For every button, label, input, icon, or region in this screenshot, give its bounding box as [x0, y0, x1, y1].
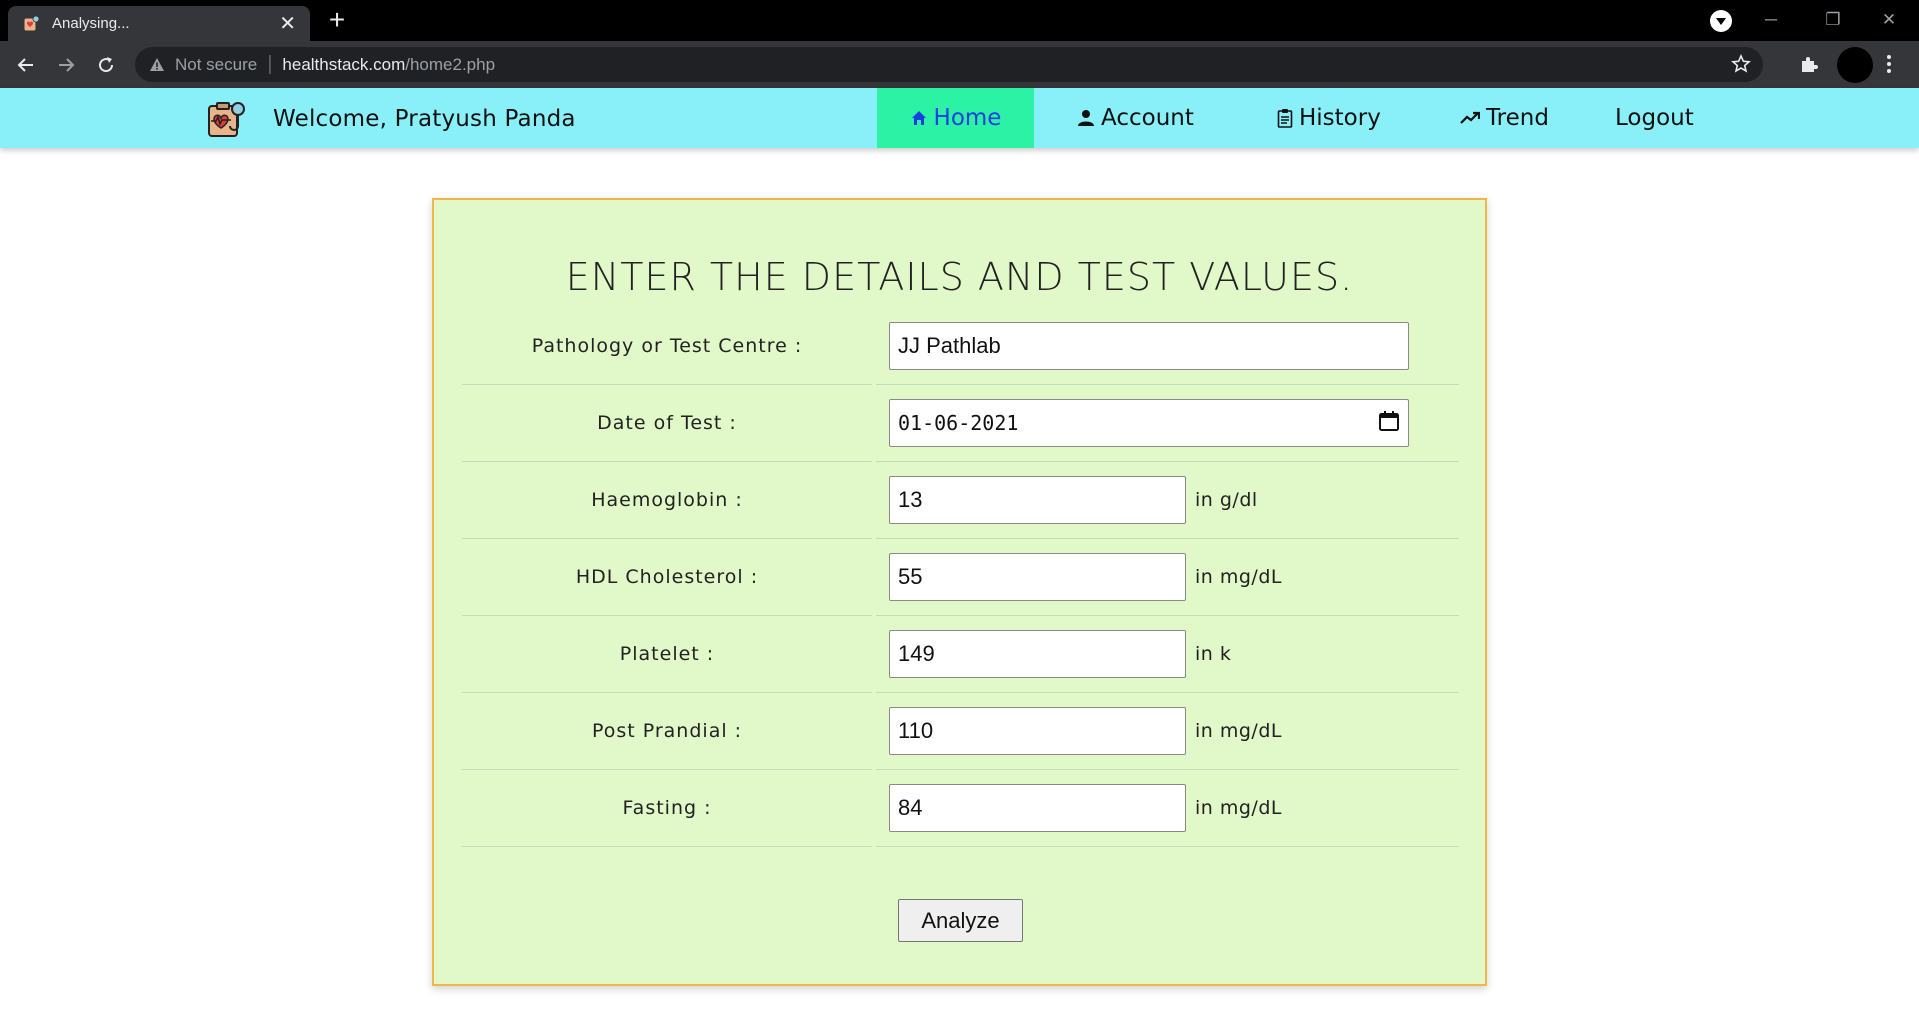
- analyze-button[interactable]: Analyze: [898, 899, 1023, 942]
- close-window-button[interactable]: ✕: [1866, 6, 1912, 34]
- user-icon: [1077, 109, 1095, 127]
- hdl-unit: in mg/dL: [1195, 566, 1282, 588]
- calendar-icon[interactable]: [1378, 410, 1400, 437]
- post-prandial-label: Post Prandial :: [591, 720, 743, 742]
- date-value: 01-06-2021: [898, 411, 1019, 435]
- browser-tab-bar: Analysing... ✕ + ─ ❐ ✕: [0, 0, 1919, 41]
- platelet-unit: in k: [1195, 643, 1232, 665]
- warning-icon: [150, 57, 164, 71]
- nav-logout-label: Logout: [1615, 105, 1694, 131]
- haemoglobin-unit: in g/dl: [1195, 489, 1258, 511]
- form-row-pathology: Pathology or Test Centre : JJ Pathlab: [462, 308, 1459, 385]
- form-row-date: Date of Test : 01-06-2021: [462, 385, 1459, 462]
- home-icon: [910, 109, 928, 127]
- tab-close-icon[interactable]: ✕: [279, 14, 296, 34]
- hdl-label: HDL Cholesterol :: [575, 566, 759, 588]
- new-tab-button[interactable]: +: [322, 6, 352, 36]
- nav-home[interactable]: Home: [877, 88, 1034, 148]
- form-row-platelet: Platelet : 149 in k: [462, 616, 1459, 693]
- haemoglobin-input[interactable]: 13: [889, 476, 1186, 524]
- back-button[interactable]: [10, 49, 42, 81]
- form-row-fasting: Fasting : 84 in mg/dL: [462, 770, 1459, 847]
- form-row-post-prandial: Post Prandial : 110 in mg/dL: [462, 693, 1459, 770]
- fasting-label: Fasting :: [622, 797, 712, 819]
- hdl-input[interactable]: 55: [889, 553, 1186, 601]
- fasting-unit: in mg/dL: [1195, 797, 1282, 819]
- nav-account-label: Account: [1101, 105, 1194, 131]
- reload-icon: [99, 57, 114, 73]
- site-favicon-icon: [22, 15, 40, 33]
- forward-button[interactable]: [50, 49, 82, 81]
- forward-arrow-icon: [59, 58, 75, 72]
- nav-trend-label: Trend: [1486, 105, 1549, 131]
- bookmark-star-icon[interactable]: [1731, 54, 1751, 79]
- media-control-icon[interactable]: [1710, 10, 1732, 32]
- profile-avatar[interactable]: [1837, 47, 1873, 83]
- test-values-form: ENTER THE DETAILS AND TEST VALUES. Patho…: [432, 198, 1487, 986]
- trend-icon: [1460, 111, 1480, 125]
- browser-toolbar: Not secure | healthstack.com/home2.php: [0, 41, 1919, 88]
- url-divider: |: [267, 53, 273, 75]
- tab-title: Analysing...: [52, 15, 130, 32]
- pathology-input[interactable]: JJ Pathlab: [889, 322, 1409, 370]
- address-bar[interactable]: Not secure | healthstack.com/home2.php: [135, 47, 1763, 82]
- post-prandial-input[interactable]: 110: [889, 707, 1186, 755]
- form-row-haemoglobin: Haemoglobin : 13 in g/dl: [462, 462, 1459, 539]
- nav-history[interactable]: History: [1277, 88, 1381, 148]
- platelet-label: Platelet :: [619, 643, 715, 665]
- browser-menu-icon[interactable]: [1886, 53, 1892, 80]
- browser-tab[interactable]: Analysing... ✕: [8, 6, 310, 41]
- date-label: Date of Test :: [597, 412, 737, 434]
- post-prandial-unit: in mg/dL: [1195, 720, 1282, 742]
- row-divider: [462, 846, 872, 847]
- clipboard-icon: [1277, 108, 1293, 128]
- form-title: ENTER THE DETAILS AND TEST VALUES.: [565, 255, 1354, 299]
- reload-button[interactable]: [90, 49, 122, 81]
- security-status[interactable]: Not secure: [175, 55, 257, 75]
- haemoglobin-label: Haemoglobin :: [591, 489, 743, 511]
- minimize-button[interactable]: ─: [1748, 6, 1794, 34]
- url-host: healthstack.com: [282, 54, 406, 74]
- restore-button[interactable]: ❐: [1810, 6, 1856, 34]
- nav-history-label: History: [1299, 105, 1381, 131]
- nav-account[interactable]: Account: [1077, 88, 1194, 148]
- back-arrow-icon: [17, 58, 33, 72]
- healthstack-logo-icon: [205, 98, 247, 140]
- extensions-puzzle-icon[interactable]: [1798, 53, 1820, 80]
- row-divider: [876, 846, 1459, 847]
- nav-home-label: Home: [933, 105, 1002, 131]
- nav-logout[interactable]: Logout: [1615, 88, 1694, 148]
- form-row-hdl: HDL Cholesterol : 55 in mg/dL: [462, 539, 1459, 616]
- welcome-message: Welcome, Pratyush Panda: [273, 106, 576, 132]
- site-navbar: Welcome, Pratyush Panda Home Account His…: [0, 88, 1919, 148]
- fasting-input[interactable]: 84: [889, 784, 1186, 832]
- url-path: /home2.php: [405, 54, 496, 74]
- date-input[interactable]: 01-06-2021: [889, 399, 1409, 447]
- platelet-input[interactable]: 149: [889, 630, 1186, 678]
- pathology-label: Pathology or Test Centre :: [531, 335, 803, 357]
- nav-trend[interactable]: Trend: [1460, 88, 1549, 148]
